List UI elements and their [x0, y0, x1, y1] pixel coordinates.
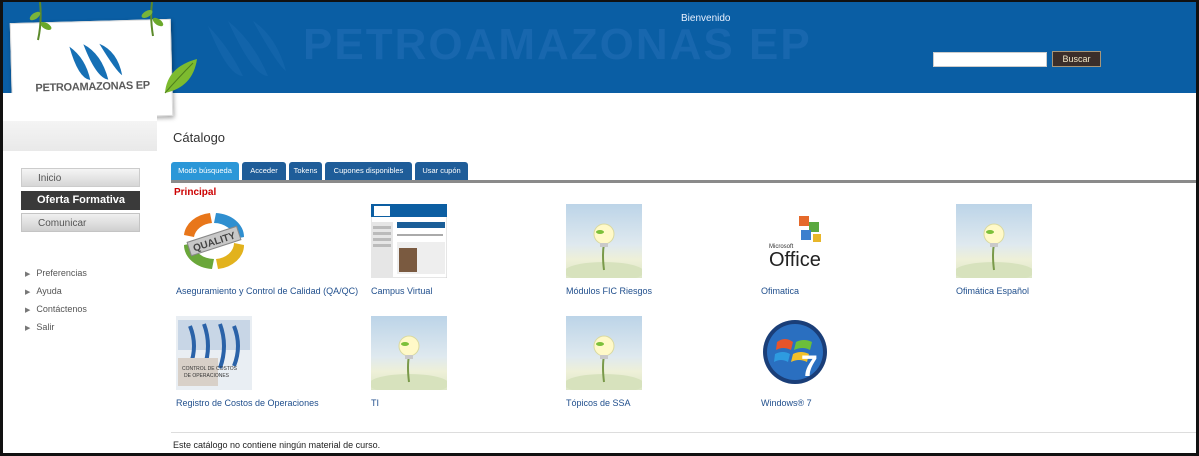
lightbulb-plant-icon	[371, 316, 447, 390]
course-name[interactable]: Ofimatica	[761, 286, 799, 296]
section-heading: Principal	[174, 187, 217, 198]
sidebar-link-ayuda[interactable]: ▶ Ayuda	[25, 286, 62, 296]
course-item[interactable]: 7 Windows® 7	[761, 316, 951, 416]
course-name[interactable]: Registro de Costos de Operaciones	[176, 398, 319, 408]
microsoft-office-logo-icon: Microsoft Office	[761, 204, 837, 278]
course-name[interactable]: TI	[371, 398, 379, 408]
welcome-text: Bienvenido	[681, 13, 731, 24]
sidebar-link-salir[interactable]: ▶ Salir	[25, 322, 54, 332]
green-leaf-icon	[164, 59, 197, 94]
arrow-right-icon: ▶	[25, 325, 31, 332]
empty-catalog-message: Este catálogo no contiene ningún materia…	[173, 440, 381, 450]
windows-version-label: 7	[801, 350, 818, 383]
sidebar-link-label: Ayuda	[36, 286, 62, 296]
course-name[interactable]: Módulos FIC Riesgos	[566, 286, 652, 296]
company-logo-mark-icon	[69, 43, 123, 81]
lightbulb-plant-icon	[956, 204, 1032, 278]
sidebar-link-label: Salir	[36, 322, 55, 332]
search-button[interactable]: Buscar	[1052, 51, 1101, 67]
sidebar-link-contactenos[interactable]: ▶ Contáctenos	[25, 304, 87, 314]
course-name[interactable]: Aseguramiento y Control de Calidad (QA/Q…	[176, 286, 358, 296]
search-input[interactable]	[933, 52, 1047, 67]
tab-acceder[interactable]: Acceder	[242, 162, 286, 180]
sidebar-link-label: Preferencias	[36, 268, 87, 278]
windows-7-logo-icon: 7	[761, 316, 837, 390]
nav-comunicar-button[interactable]: Comunicar	[21, 213, 140, 232]
arrow-right-icon: ▶	[25, 271, 31, 278]
course-name[interactable]: Tópicos de SSA	[566, 398, 631, 408]
tab-modo-busqueda[interactable]: Modo búsqueda	[171, 162, 239, 180]
sidebar-link-preferencias[interactable]: ▶ Preferencias	[25, 268, 87, 278]
arrow-right-icon: ▶	[25, 289, 31, 296]
vine-leaf-icon	[29, 2, 52, 41]
arrow-right-icon: ▶	[25, 307, 31, 314]
cost-control-label-2: DE OPERACIONES	[184, 373, 230, 379]
cost-control-label-1: CONTROL DE COSTOS	[182, 366, 238, 372]
content-divider	[171, 432, 1196, 433]
course-item[interactable]: QUALITY Aseguramiento y Control de Calid…	[176, 204, 366, 304]
course-name[interactable]: Ofimática Español	[956, 286, 1029, 296]
office-word-label: Office	[769, 249, 821, 271]
sidebar-link-label: Contáctenos	[36, 304, 87, 314]
website-screenshot-icon	[371, 204, 447, 278]
nav-oferta-formativa-button[interactable]: Oferta Formativa	[21, 191, 140, 210]
course-item[interactable]: CONTROL DE COSTOS DE OPERACIONES Registr…	[176, 316, 366, 416]
lightbulb-plant-icon	[566, 316, 642, 390]
nav-inicio-button[interactable]: Inicio	[21, 168, 140, 187]
course-item[interactable]: TI	[371, 316, 561, 416]
quality-cycle-icon: QUALITY	[176, 204, 252, 278]
course-item[interactable]: Tópicos de SSA	[566, 316, 756, 416]
page-frame: PETROAMAZONAS EP Bienvenido Buscar PETRO…	[0, 0, 1199, 456]
lightbulb-plant-icon	[566, 204, 642, 278]
tab-underline	[171, 180, 1196, 183]
course-item[interactable]: Módulos FIC Riesgos	[566, 204, 756, 304]
course-name[interactable]: Campus Virtual	[371, 286, 432, 296]
cost-control-icon: CONTROL DE COSTOS DE OPERACIONES	[176, 316, 252, 390]
page-title: Cátalogo	[173, 130, 226, 145]
watermark-logo-icon	[208, 21, 286, 76]
sidebar-band	[3, 121, 157, 151]
course-item[interactable]: Microsoft Office Ofimatica	[761, 204, 951, 304]
vine-leaf-icon	[141, 2, 164, 37]
tab-cupones-disponibles[interactable]: Cupones disponibles	[325, 162, 412, 180]
course-item[interactable]: Ofimática Español	[956, 204, 1146, 304]
tab-tokens[interactable]: Tokens	[289, 162, 322, 180]
course-name[interactable]: Windows® 7	[761, 398, 812, 408]
tab-usar-cupon[interactable]: Usar cupón	[415, 162, 468, 180]
header-watermark: PETROAMAZONAS EP	[303, 20, 812, 69]
course-item[interactable]: Campus Virtual	[371, 204, 561, 304]
